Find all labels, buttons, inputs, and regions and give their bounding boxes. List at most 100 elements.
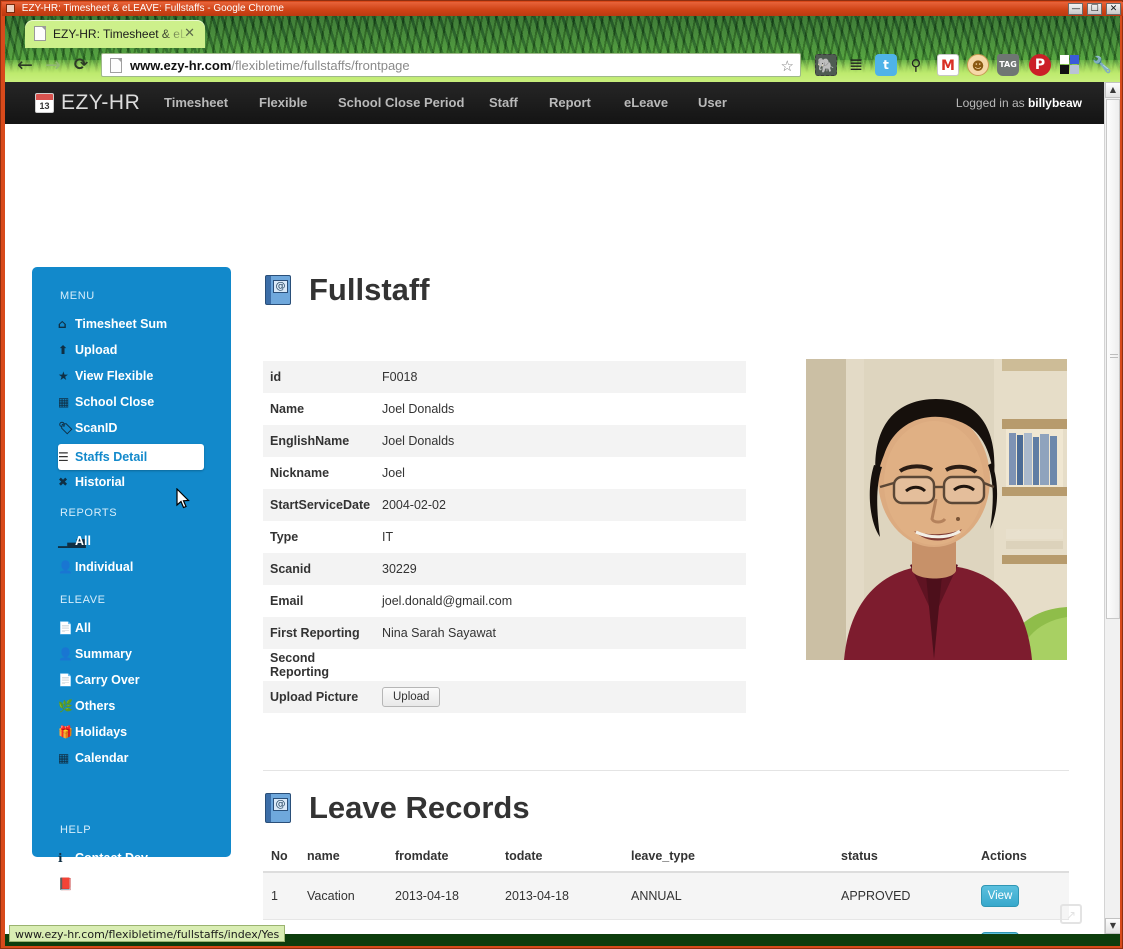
view-button[interactable]: View [981, 885, 1019, 907]
squares-extension-icon[interactable] [1059, 54, 1081, 76]
sidebar-item-label: View Flexible [75, 369, 154, 383]
upload-button[interactable]: Upload [382, 687, 441, 707]
field-value-nickname: Joel [382, 466, 405, 480]
sidebar-item-school-close[interactable]: ▦ School Close [58, 392, 204, 412]
sidebar-item-timesheet-sum[interactable]: ⌂ Timesheet Sum [58, 314, 204, 334]
navitem-user[interactable]: User [698, 82, 727, 124]
navitem-eleave[interactable]: eLeave [624, 82, 668, 124]
back-button[interactable]: ← [13, 54, 37, 76]
browser-tab[interactable]: EZY-HR: Timesheet & eLEAVE: Fullstaffs ✕ [25, 20, 205, 48]
sidebar-item-label: Timesheet Sum [75, 317, 168, 331]
sidebar-item-label: Knowledge Base [75, 877, 176, 891]
field-label-startservicedate: StartServiceDate [270, 498, 371, 512]
page-content: MENU REPORTS ELEAVE HELP ⌂ Timesheet Sum … [5, 124, 1104, 934]
window-title-text: EZY-HR: Timesheet & eLEAVE: Fullstaffs -… [21, 3, 284, 14]
view-button[interactable]: View [981, 932, 1019, 934]
sidebar-item-scanid[interactable]: 🏷 ScanID [58, 418, 204, 438]
sidebar-item-label: Historial [75, 475, 126, 489]
field-label-name: Name [270, 402, 305, 416]
browser-tabstrip: EZY-HR: Timesheet & eLEAVE: Fullstaffs ✕ [5, 18, 1120, 48]
pinterest-extension-icon[interactable]: P [1029, 54, 1051, 76]
sidebar-section-help: HELP [60, 824, 92, 836]
sidebar-item-contact-dev[interactable]: ℹ Contact Dev. [58, 848, 204, 868]
cell-leave-type: ANNUAL [623, 871, 833, 920]
logged-in-status: Logged in as billybeaw [956, 82, 1082, 124]
tab-close-icon[interactable]: ✕ [184, 26, 195, 41]
url-path: /flexibletime/fullstaffs/frontpage [231, 58, 410, 73]
share-export-icon[interactable]: ↗ [1060, 904, 1082, 924]
field-label-email: Email [270, 594, 304, 608]
field-value-name: Joel Donalds [382, 402, 455, 416]
window-titlebar: EZY-HR: Timesheet & eLEAVE: Fullstaffs -… [2, 2, 1123, 16]
table-row: Type IT [263, 521, 746, 553]
lamp-extension-icon[interactable]: ⚲ [905, 54, 927, 76]
main-panel: @ Fullstaff id F0018 Name Joel Donalds Eng… [261, 267, 1071, 934]
navitem-report[interactable]: Report [549, 82, 591, 124]
cancel-icon: ✖ [58, 475, 69, 489]
layers-extension-icon[interactable]: ≣ [845, 54, 867, 76]
app-brand-text: EZY-HR [61, 91, 141, 114]
file-icon: 📄 [58, 673, 73, 687]
upload-icon: ⬆ [58, 343, 69, 357]
leaf-icon: 🌿 [58, 699, 73, 713]
scroll-up-icon[interactable]: ▲ [1105, 82, 1120, 98]
address-book-icon: @ [265, 793, 291, 823]
navitem-flexible[interactable]: Flexible [259, 82, 307, 124]
column-header-leave-type: leave_type [623, 845, 833, 873]
staff-portrait-photo [806, 359, 1067, 660]
sidebar-item-eleave-summary[interactable]: 👤 Summary [58, 644, 204, 664]
tag-extension-icon[interactable]: TAG [997, 54, 1019, 76]
sidebar-item-staffs-detail[interactable]: ☰ Staffs Detail [58, 444, 204, 470]
column-header-actions: Actions [973, 845, 1069, 873]
wrench-menu-icon[interactable]: 🔧 [1091, 54, 1113, 76]
field-value-second-reporting [378, 649, 746, 681]
page-title: Fullstaff [309, 272, 430, 307]
navitem-staff[interactable]: Staff [489, 82, 518, 124]
navitem-school-close-period[interactable]: School Close Period [338, 82, 464, 124]
scroll-down-icon[interactable]: ▼ [1105, 918, 1120, 934]
scrollbar-thumb[interactable] [1106, 99, 1120, 619]
fullstaff-header: @ Fullstaff [261, 267, 1071, 319]
sidebar-item-label: Others [75, 699, 116, 713]
sidebar-item-reports-all[interactable]: ▁▃▅All [58, 531, 204, 551]
reload-button[interactable]: ⟳ [69, 54, 93, 76]
table-row: Second Reporting [263, 649, 746, 681]
file-icon: 📄 [58, 621, 73, 635]
cell-fromdate: 2013-04-18 [387, 871, 497, 920]
sidebar-item-upload[interactable]: ⬆ Upload [58, 340, 204, 360]
face-extension-icon[interactable]: ☻ [967, 54, 989, 76]
sidebar-item-knowledge-base[interactable]: 📕 Knowledge Base [58, 874, 204, 894]
sidebar-item-others[interactable]: 🌿 Others [58, 696, 204, 716]
app-brand[interactable]: 13 EZY-HR [35, 89, 140, 117]
bar-chart-icon: ▁▃▅ [58, 534, 86, 548]
page-scrollbar[interactable]: ▲ ▼ [1104, 82, 1120, 934]
evernote-extension-icon[interactable]: 🐘 [815, 54, 837, 76]
gmail-extension-icon[interactable]: M [937, 54, 959, 76]
minimize-button[interactable]: — [1068, 3, 1084, 15]
sidebar-item-view-flexible[interactable]: ★ View Flexible [58, 366, 204, 386]
table-row: Upload Picture Upload [263, 681, 746, 713]
leave-records-table: No name fromdate todate leave_type statu… [263, 845, 1069, 934]
page-info-icon[interactable] [110, 58, 122, 73]
bookmark-star-icon[interactable]: ☆ [781, 58, 794, 74]
sidebar-item-holidays[interactable]: 🎁 Holidays [58, 722, 204, 742]
table-row: Nickname Joel [263, 457, 746, 489]
sidebar-item-eleave-all[interactable]: 📄 All [58, 618, 204, 638]
table-header-row: No name fromdate todate leave_type statu… [263, 845, 1069, 873]
sidebar-item-calendar[interactable]: ▦ Calendar [58, 748, 204, 768]
gift-icon: 🎁 [58, 725, 73, 739]
maximize-button[interactable]: ☐ [1087, 3, 1103, 15]
sidebar-item-carry-over[interactable]: 📄 Carry Over [58, 670, 204, 690]
navitem-timesheet[interactable]: Timesheet [164, 82, 228, 124]
sidebar-item-reports-individual[interactable]: 👤 Individual [58, 557, 204, 577]
field-label-first-reporting: First Reporting [270, 626, 360, 640]
table-row: StartServiceDate 2004-02-02 [263, 489, 746, 521]
twitter-extension-icon[interactable]: t [875, 54, 897, 76]
address-bar[interactable]: www.ezy-hr.com/flexibletime/fullstaffs/f… [101, 53, 801, 77]
sidebar-section-menu: MENU [60, 290, 95, 302]
close-button[interactable]: ✕ [1106, 3, 1121, 15]
forward-button[interactable]: → [41, 54, 65, 76]
field-label-upload-picture: Upload Picture [270, 690, 359, 704]
sidebar-item-label: ScanID [75, 421, 118, 435]
table-row: 1 Vacation 2013-04-18 2013-04-18 ANNUAL … [263, 871, 1069, 920]
